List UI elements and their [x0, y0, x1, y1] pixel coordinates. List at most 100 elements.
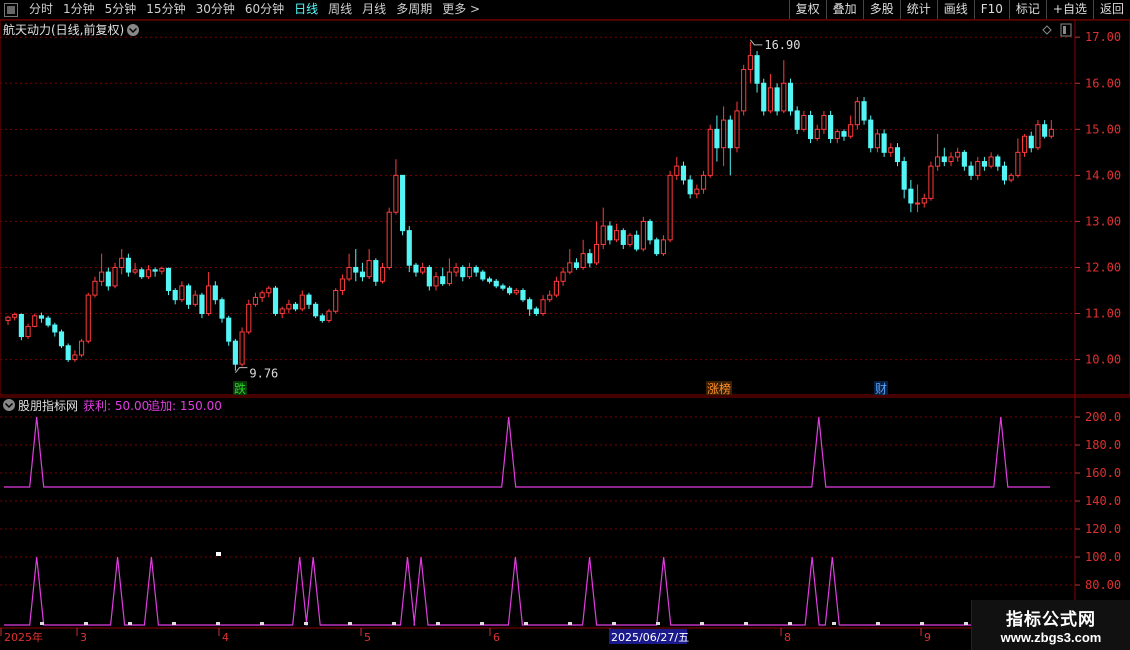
candle — [186, 283, 192, 309]
indicator-dot — [172, 622, 176, 625]
candle — [426, 265, 432, 291]
candle-body — [92, 280, 98, 296]
candle — [319, 313, 325, 323]
candle — [741, 64, 747, 116]
candle — [446, 258, 452, 286]
candle — [727, 115, 733, 176]
expand-icon[interactable] — [1042, 25, 1052, 35]
candle-body — [266, 287, 272, 294]
candle-body — [687, 179, 693, 195]
candle — [941, 147, 947, 167]
candle — [620, 228, 626, 250]
candle-body — [654, 239, 660, 255]
candle-body — [540, 299, 546, 315]
watermark-title: 指标公式网 — [1006, 610, 1096, 630]
candle — [1001, 161, 1008, 185]
candle — [473, 265, 479, 277]
candle-body — [239, 331, 245, 365]
indicator-dot — [568, 622, 572, 625]
price-tick-label: 13.00 — [1085, 214, 1121, 228]
candle — [212, 281, 218, 305]
candle-body — [767, 87, 773, 112]
candle-body — [520, 290, 526, 301]
candle — [92, 276, 98, 298]
panel-toggle-icon[interactable] — [1060, 23, 1072, 37]
badge-rank[interactable]: 涨榜 — [706, 381, 732, 396]
candle — [821, 110, 827, 134]
candle — [721, 106, 727, 167]
candle-body — [600, 225, 606, 245]
candle — [132, 262, 138, 275]
price-tick-label: 10.00 — [1085, 353, 1121, 367]
candle-body — [52, 324, 58, 333]
candle — [680, 161, 687, 185]
indicator-dot — [260, 622, 264, 625]
date-label: 2025年 — [4, 630, 43, 644]
candle — [440, 267, 446, 286]
candle-body — [272, 287, 279, 315]
candle — [547, 290, 553, 303]
candle-body — [901, 161, 907, 190]
indicator-tick-label: 160.0 — [1085, 466, 1121, 480]
price-axis: 17.00 16.00 15.00 14.00 13.00 12.00 11.00 10.00 — [1075, 30, 1121, 367]
candle — [165, 267, 172, 296]
price-tick-label: 12.00 — [1085, 260, 1121, 274]
candle-body — [433, 276, 439, 287]
candle-body — [12, 313, 18, 318]
candle — [460, 265, 466, 282]
indicator-collapse-icon[interactable] — [3, 399, 15, 411]
candle — [45, 315, 51, 328]
candle-body — [466, 266, 473, 278]
candle — [614, 223, 620, 243]
indicator-dot — [920, 622, 924, 625]
candle — [807, 110, 814, 144]
candle — [493, 278, 499, 289]
candle-body — [727, 119, 733, 149]
candle — [1008, 173, 1014, 183]
badge-finance[interactable]: 财 — [874, 381, 888, 396]
candle-body — [286, 303, 292, 310]
candle — [1028, 131, 1034, 153]
candle-body — [18, 313, 24, 338]
candle — [567, 249, 573, 275]
badge-fall-label: 跌 — [234, 381, 246, 396]
candle-body — [640, 220, 646, 250]
candle-body — [326, 310, 332, 321]
candle-body — [319, 315, 325, 321]
candle — [901, 156, 907, 199]
candle — [78, 338, 85, 358]
candle-body — [5, 316, 11, 321]
candle-body — [580, 253, 586, 268]
badge-fall[interactable]: 跌 — [233, 381, 247, 396]
indicator-dot — [964, 622, 968, 625]
indicator-name[interactable]: 股朋指标网 — [18, 398, 78, 413]
candle — [18, 313, 24, 341]
candle — [393, 159, 399, 215]
date-axis: 2025年 3 4 5 6 2025/06/27/五 8 9 — [0, 628, 931, 644]
candle-body — [647, 220, 653, 241]
candle — [400, 174, 406, 236]
candle — [787, 78, 794, 116]
candle — [520, 288, 526, 303]
candle-body — [761, 82, 767, 112]
candle-body — [928, 165, 934, 199]
indicator-dot — [524, 622, 528, 625]
candle — [814, 124, 820, 141]
candle-body — [614, 230, 620, 241]
candle-body — [453, 266, 459, 273]
candle-body — [446, 271, 452, 285]
candle — [687, 175, 693, 199]
candle-body — [306, 294, 312, 305]
candle — [58, 329, 65, 349]
candle — [540, 295, 546, 316]
candle-body — [386, 211, 392, 268]
main-title-dropdown-icon[interactable] — [127, 24, 139, 36]
low-annotation: 9.76 — [234, 367, 278, 381]
candle-body — [493, 280, 499, 287]
candle-body — [721, 119, 727, 149]
candle-body — [85, 294, 91, 342]
candle-body — [252, 296, 259, 305]
candle — [654, 237, 660, 256]
candle — [366, 249, 372, 279]
candle-body — [1008, 174, 1014, 181]
